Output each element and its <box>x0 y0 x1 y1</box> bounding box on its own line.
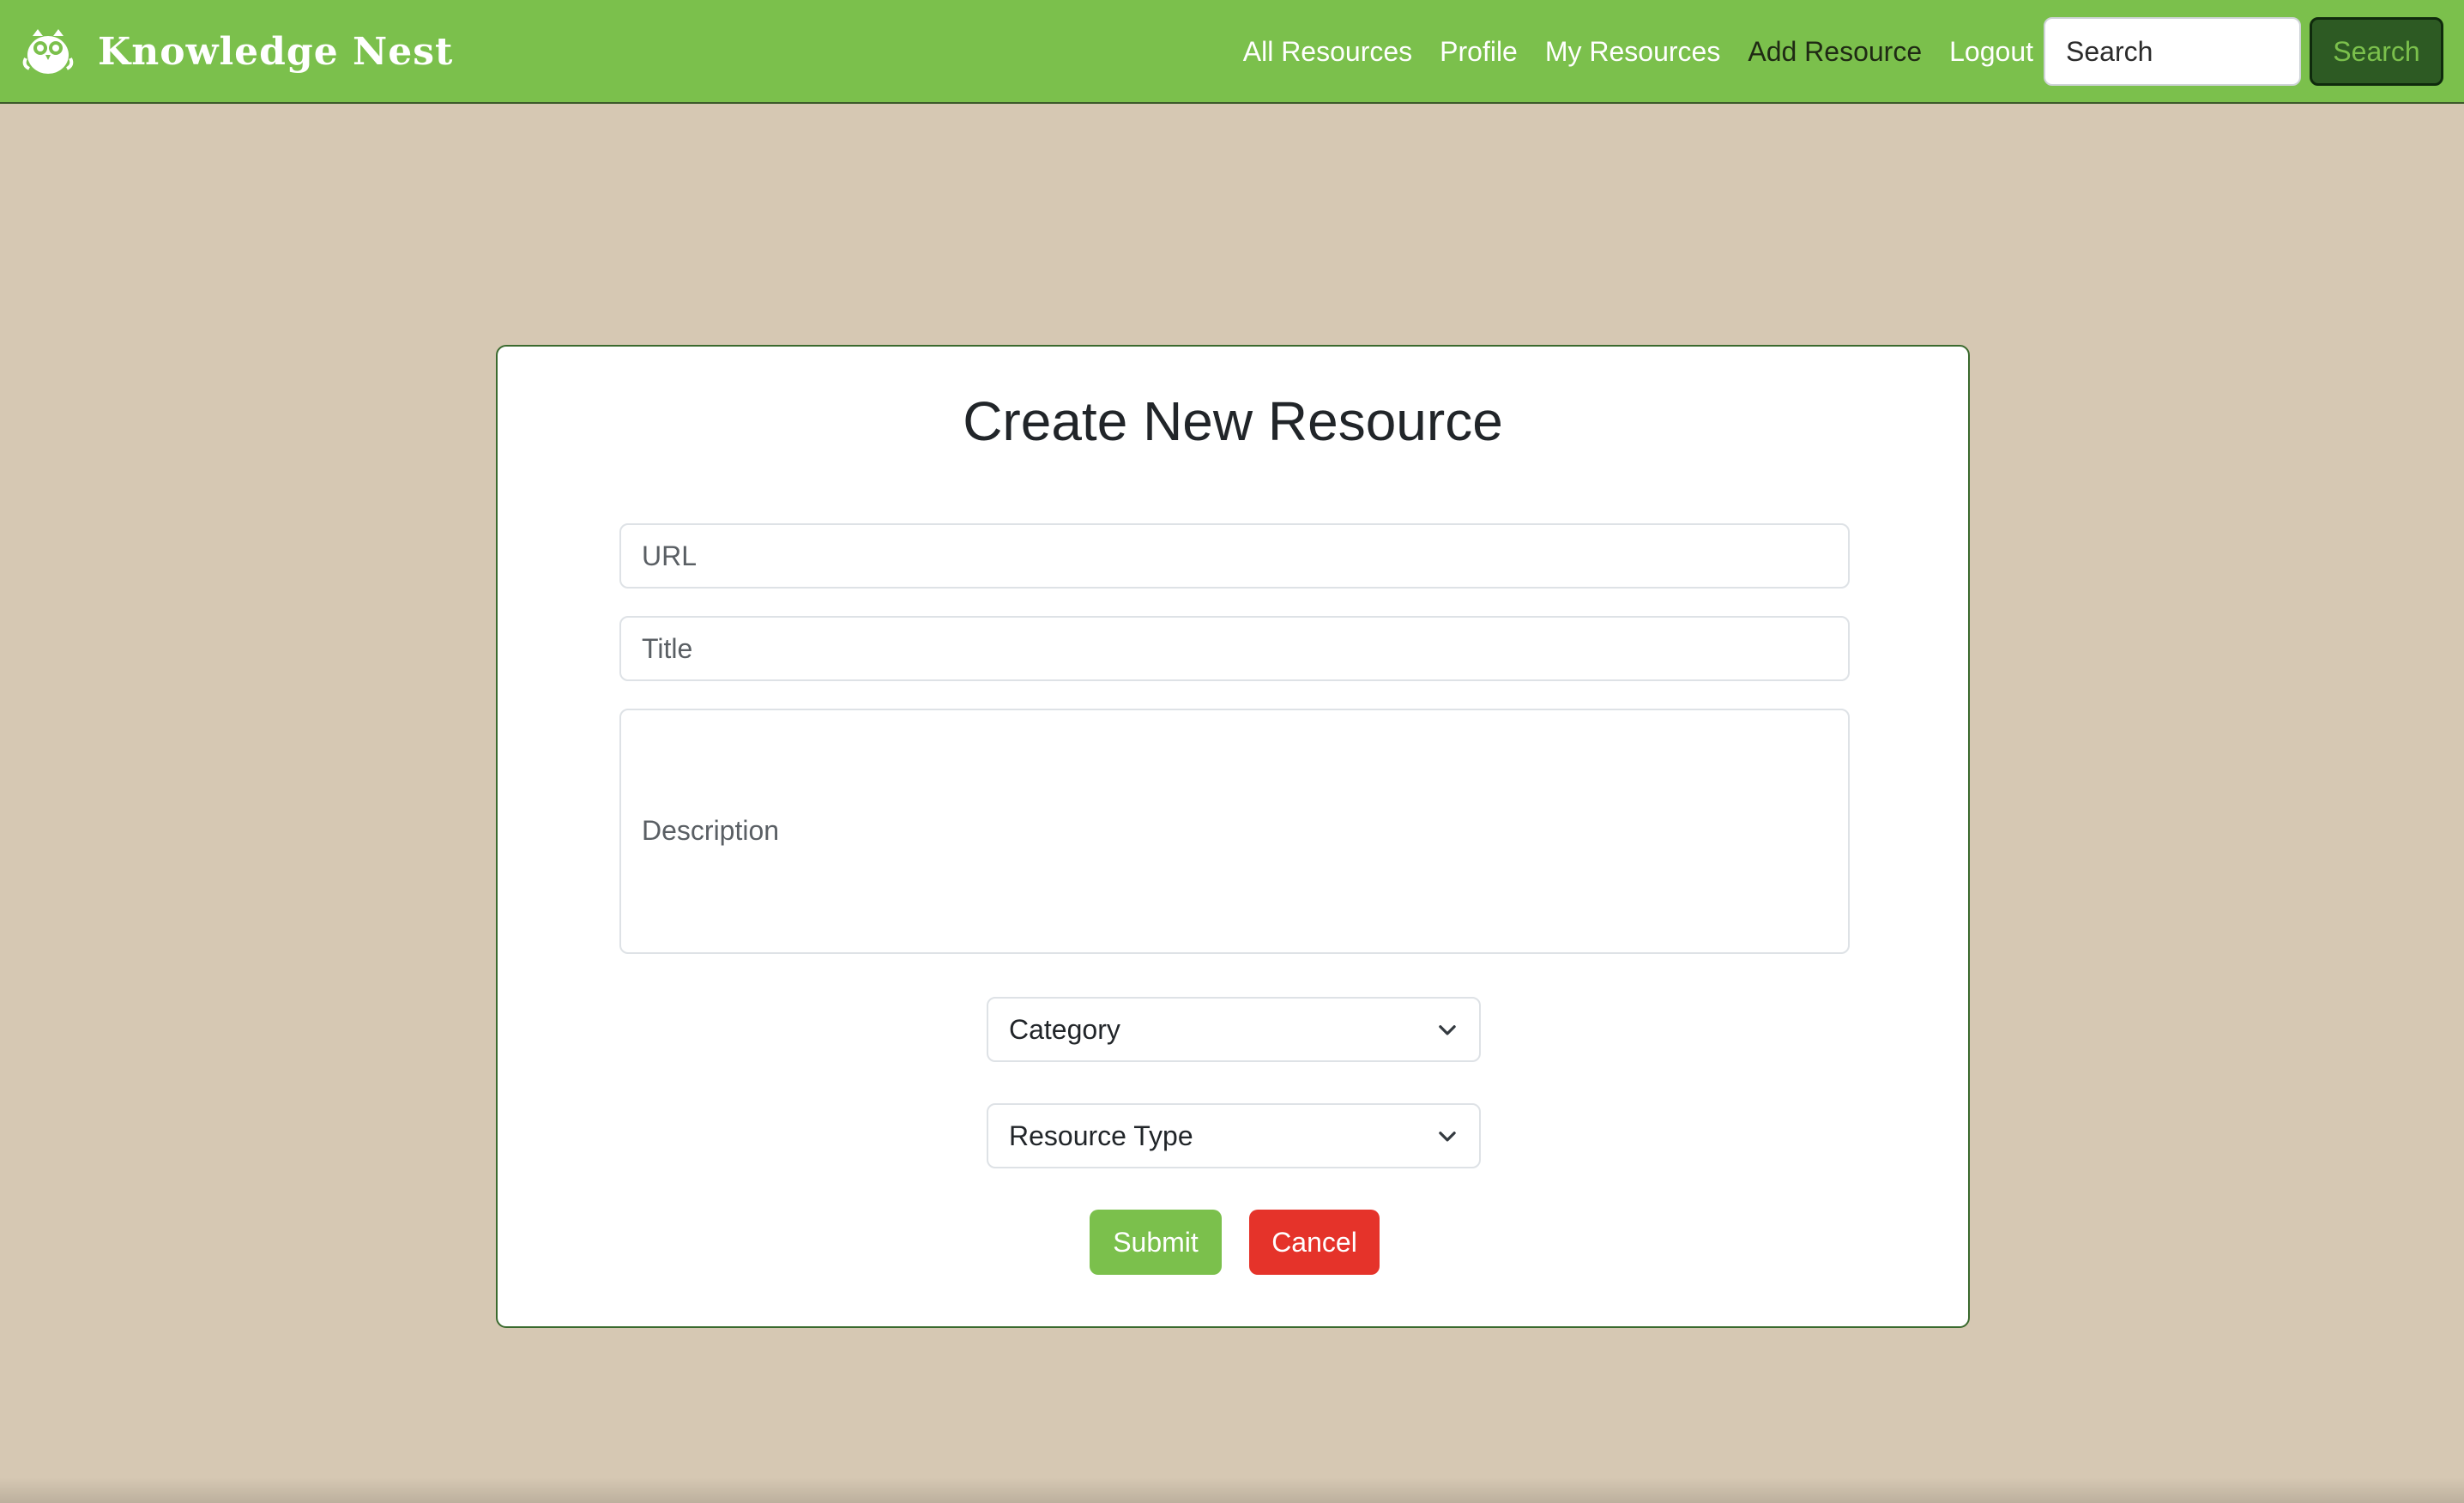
resource-type-select-value: Resource Type <box>1009 1120 1193 1151</box>
nav-link-all-resources[interactable]: All Resources <box>1243 36 1412 68</box>
search-input[interactable] <box>2044 17 2301 86</box>
url-input[interactable] <box>619 523 1850 589</box>
resource-type-select[interactable]: Resource Type <box>987 1103 1481 1168</box>
category-select[interactable]: Category <box>987 997 1481 1062</box>
page-title: Create New Resource <box>963 390 1503 452</box>
submit-button[interactable]: Submit <box>1090 1210 1222 1275</box>
brand[interactable]: Knowledge Nest <box>21 17 453 86</box>
title-input[interactable] <box>619 616 1850 681</box>
bottom-shadow <box>0 1477 2464 1503</box>
search-button[interactable]: Search <box>2310 17 2443 86</box>
chevron-down-icon <box>1439 1132 1456 1142</box>
nav-link-my-resources[interactable]: My Resources <box>1545 36 1721 68</box>
owl-icon <box>22 29 74 74</box>
category-select-value: Category <box>1009 1013 1120 1045</box>
nav-link-add-resource[interactable]: Add Resource <box>1748 36 1922 68</box>
cancel-button[interactable]: Cancel <box>1249 1210 1380 1275</box>
top-navbar: Knowledge Nest All Resources Profile My … <box>0 0 2464 104</box>
description-textarea[interactable] <box>619 709 1850 954</box>
create-resource-card: Create New Resource Category Resource Ty… <box>496 345 1970 1328</box>
nav-link-logout[interactable]: Logout <box>1949 36 2033 68</box>
chevron-down-icon <box>1439 1025 1456 1035</box>
nav-links: All Resources Profile My Resources Add R… <box>1216 0 2033 104</box>
brand-name: Knowledge Nest <box>98 29 454 74</box>
nav-link-profile[interactable]: Profile <box>1440 36 1518 68</box>
